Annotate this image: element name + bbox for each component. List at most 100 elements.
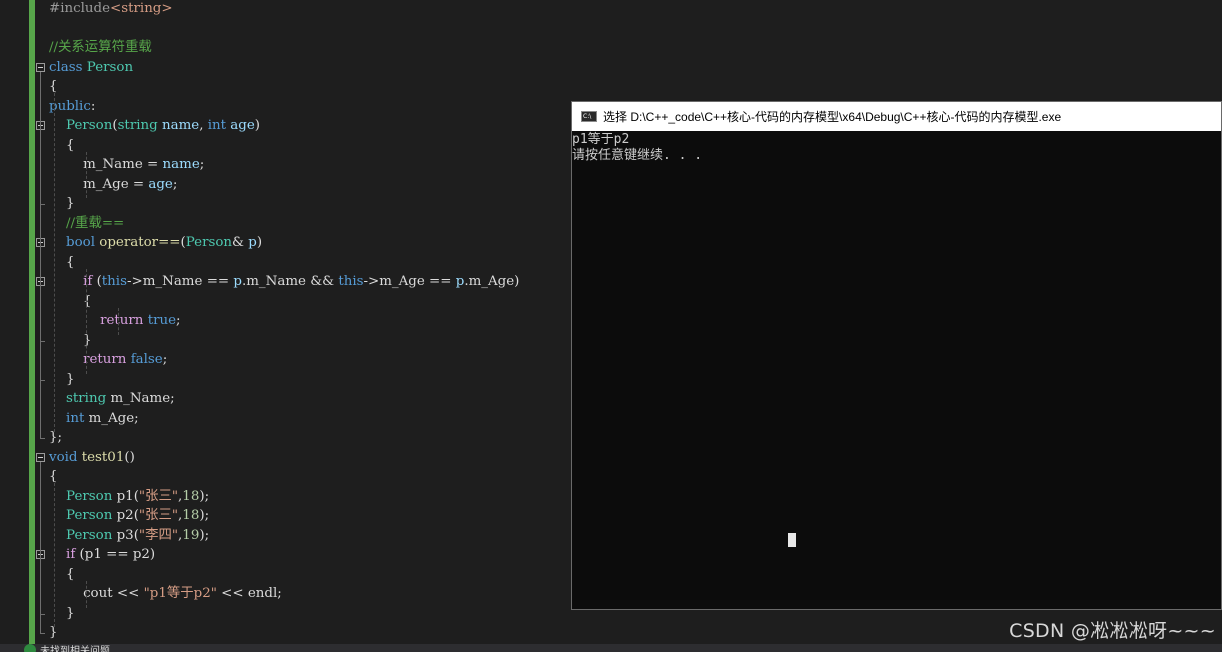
- indent-guide: [86, 268, 87, 374]
- code-token: );: [199, 527, 210, 543]
- code-token: this: [101, 274, 127, 289]
- code-token: operator==: [99, 235, 181, 250]
- fold-toggle-button[interactable]: [36, 62, 45, 72]
- code-line: int m_Age;: [49, 409, 139, 429]
- console-title: 选择 D:\C++_code\C++核心-代码的内存模型\x64\Debug\C…: [603, 110, 1062, 124]
- line-number: [0, 604, 8, 624]
- code-line: void test01(): [49, 448, 135, 468]
- code-line: if (this->m_Name == p.m_Name && this->m_…: [49, 272, 519, 292]
- console-window[interactable]: C:\ 选择 D:\C++_code\C++核心-代码的内存模型\x64\Deb…: [571, 101, 1222, 610]
- code-token: true: [147, 313, 177, 328]
- code-token: p1: [116, 488, 134, 504]
- fold-region-end: [40, 633, 45, 634]
- code-token: public: [49, 98, 91, 114]
- status-text: 未找到相关问题: [40, 646, 110, 652]
- line-number: [0, 253, 8, 273]
- code-token: =: [142, 157, 163, 172]
- fold-region-end: [40, 204, 45, 205]
- code-token: p2: [116, 508, 134, 523]
- code-token: "张三": [138, 488, 179, 504]
- code-token: (: [75, 547, 85, 562]
- code-token: {: [49, 469, 58, 484]
- line-number: [0, 623, 8, 643]
- code-line: Person p2("张三",18);: [49, 506, 209, 526]
- code-token: ,: [199, 118, 208, 133]
- code-token: 18: [182, 508, 200, 523]
- code-token: ==: [101, 547, 133, 562]
- code-token: );: [199, 488, 210, 504]
- console-output-area[interactable]: p1等于p2 请按任意键继续. . .: [572, 132, 1221, 609]
- code-line: cout << "p1等于p2" << endl;: [49, 584, 282, 604]
- code-token: name: [162, 157, 200, 172]
- fold-region-end: [40, 438, 45, 439]
- code-token: :: [90, 98, 96, 114]
- code-token: m_Age: [379, 274, 425, 289]
- code-token: ;: [170, 391, 175, 406]
- change-tracking-bar: [29, 0, 35, 644]
- code-token: p: [233, 274, 242, 289]
- line-number: [0, 331, 8, 351]
- fold-toggle-button[interactable]: [36, 452, 45, 462]
- code-token: ;: [134, 410, 139, 426]
- fold-region-line: [40, 286, 41, 341]
- code-token: ): [514, 274, 520, 289]
- code-token: class: [49, 59, 83, 75]
- code-line: {: [49, 136, 75, 156]
- code-token: ==: [202, 274, 234, 289]
- line-number: [0, 116, 8, 136]
- code-token: p: [248, 235, 257, 250]
- fold-region-line: [40, 130, 41, 204]
- code-token: name: [161, 118, 200, 133]
- code-line: string m_Name;: [49, 389, 175, 409]
- code-line: //关系运算符重载: [49, 38, 152, 58]
- code-line: class Person: [49, 58, 133, 78]
- code-token: }: [49, 196, 75, 211]
- code-token: ;: [176, 313, 181, 328]
- code-token: m_Name: [110, 391, 171, 406]
- code-token: ;: [172, 176, 178, 192]
- code-token: int: [66, 410, 85, 426]
- console-output-line: 请按任意键继续. . .: [572, 148, 703, 163]
- code-token: ==: [424, 274, 456, 289]
- code-line: return false;: [49, 350, 167, 370]
- line-number: [0, 370, 8, 390]
- code-token: Person: [66, 118, 113, 133]
- line-number: [0, 311, 8, 331]
- code-token: =: [128, 176, 149, 192]
- fold-region-end: [40, 340, 45, 342]
- line-number: [0, 292, 8, 312]
- code-token: "张三": [138, 508, 179, 523]
- code-token: endl: [247, 586, 278, 601]
- indent-guide: [54, 93, 55, 432]
- text-cursor: [788, 533, 796, 547]
- code-line: {: [49, 565, 75, 585]
- code-line: }: [49, 370, 75, 390]
- code-line: public:: [49, 97, 95, 117]
- console-title-bar[interactable]: C:\ 选择 D:\C++_code\C++核心-代码的内存模型\x64\Deb…: [572, 102, 1221, 131]
- line-number: [0, 272, 8, 292]
- code-token: }: [49, 605, 75, 621]
- code-token: Person: [66, 488, 113, 504]
- code-token: Person: [66, 527, 113, 543]
- code-token: int: [207, 118, 227, 133]
- code-line: //重载==: [49, 214, 124, 234]
- code-token: <string>: [110, 1, 173, 16]
- code-token: if: [83, 274, 93, 289]
- code-token: m_Age: [468, 274, 515, 289]
- code-line: bool operator==(Person& p): [49, 233, 262, 253]
- line-number: [0, 175, 8, 195]
- code-token: string: [117, 118, 158, 133]
- code-token: m_Name: [246, 274, 306, 289]
- line-number: [0, 545, 8, 565]
- line-number: [0, 409, 8, 429]
- line-number: [0, 584, 8, 604]
- line-number: [0, 506, 8, 526]
- code-token: Person: [86, 59, 134, 75]
- code-token: };: [49, 430, 63, 445]
